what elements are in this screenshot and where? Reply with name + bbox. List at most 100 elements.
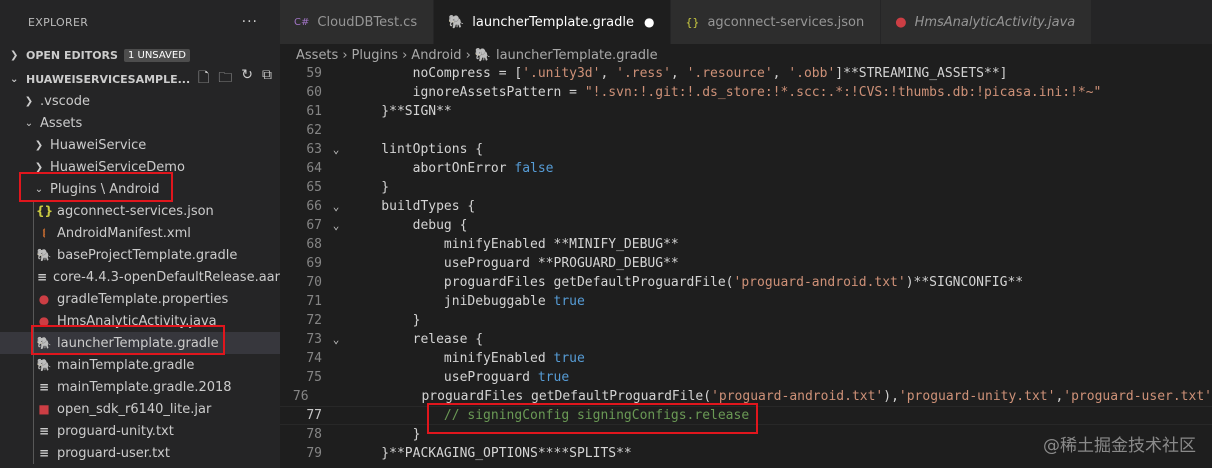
unsaved-dot-icon[interactable]: ●	[644, 15, 654, 29]
tree-item-label: HmsAnalyticActivity.java	[57, 313, 217, 329]
indent-guide	[33, 398, 34, 420]
line-number: 79	[306, 446, 322, 461]
breadcrumb: Assets › Plugins › Android › 🐘 launcherTemplate…	[280, 44, 1212, 66]
code-line[interactable]: 71 jniDebuggable true	[280, 292, 1212, 311]
tree-item[interactable]: ❯ HuaweiServiceDemo	[0, 156, 280, 178]
new-file-icon[interactable]: 🗋	[198, 67, 209, 91]
tab-launchertemplate-gradle[interactable]: 🐘 launcherTemplate.gradle ●	[434, 0, 672, 44]
tree-item[interactable]: ⌄ Plugins \ Android	[0, 178, 280, 200]
collapse-all-icon[interactable]: ⧉	[262, 67, 272, 91]
tree-item[interactable]: ❯Packages	[0, 464, 280, 468]
tab-label: agconnect-services.json	[707, 14, 865, 30]
code-token: }	[350, 180, 390, 195]
breadcrumb-separator-icon: ›	[402, 47, 408, 63]
fold-chevron-icon[interactable]: ⌄	[322, 333, 350, 346]
tree-item-label: launcherTemplate.gradle	[57, 335, 219, 351]
code-line[interactable]: 59 noCompress = ['.unity3d', '.ress', '.…	[280, 64, 1212, 83]
tree-item[interactable]: ≡ proguard-user.txt	[0, 442, 280, 464]
line-number: 78	[306, 427, 322, 442]
breadcrumb-item[interactable]: launcherTemplate.gradle	[496, 48, 658, 63]
explorer-sidebar: EXPLORER ··· ❯ OPEN EDITORS 1 UNSAVED ⌄ …	[0, 0, 280, 468]
code-line[interactable]: 77 // signingConfig signingConfigs.relea…	[280, 406, 1212, 425]
fold-chevron-icon[interactable]: ⌄	[322, 143, 350, 156]
code-text: proguardFiles getDefaultProguardFile('pr…	[328, 389, 1212, 404]
fold-chevron-icon[interactable]: ⌄	[322, 219, 350, 232]
line-number: 70	[306, 275, 322, 290]
indent-guide	[33, 200, 34, 222]
code-line[interactable]: 69 useProguard **PROGUARD_DEBUG**	[280, 254, 1212, 273]
tab-label: launcherTemplate.gradle	[472, 14, 634, 30]
code-line[interactable]: 66 ⌄ buildTypes {	[280, 197, 1212, 216]
tree-item[interactable]: ⧙ AndroidManifest.xml	[0, 222, 280, 244]
breadcrumb-item[interactable]: Android	[411, 48, 461, 63]
fold-chevron-icon[interactable]: ⌄	[322, 200, 350, 213]
indent-guide	[33, 310, 34, 332]
line-number: 75	[306, 370, 322, 385]
code-token: minifyEnabled **MINIFY_DEBUG**	[350, 237, 679, 252]
tree-item[interactable]: 🐘 mainTemplate.gradle	[0, 354, 280, 376]
code-token: "!.svn:!.git:!.ds_store:!*.scc:.*:!CVS:!…	[584, 85, 1102, 100]
tree-item[interactable]: ■ open_sdk_r6140_lite.jar	[0, 398, 280, 420]
line-number: 74	[306, 351, 322, 366]
code-token: proguardFiles getDefaultProguardFile(	[327, 389, 712, 404]
tree-item[interactable]: ⌄ Assets	[0, 112, 280, 134]
code-line[interactable]: 61 }**SIGN**	[280, 102, 1212, 121]
tree-item[interactable]: ≡ proguard-unity.txt	[0, 420, 280, 442]
breadcrumb-item[interactable]: Assets	[296, 48, 338, 63]
tree-item-label: gradleTemplate.properties	[57, 291, 229, 307]
tab-hmsanalyticactivity-java[interactable]: ● HmsAnalyticActivity.java	[881, 0, 1093, 44]
tree-item[interactable]: ● gradleTemplate.properties	[0, 288, 280, 310]
code-text: buildTypes {	[350, 199, 475, 214]
gradle-elephant-icon: 🐘	[36, 358, 52, 372]
refresh-icon[interactable]: ↻	[241, 67, 253, 91]
code-token: 'proguard-android.txt'	[711, 389, 884, 404]
new-folder-icon[interactable]: 🗀	[218, 67, 232, 91]
code-token: 'proguard-android.txt'	[733, 275, 906, 290]
java-icon: ●	[38, 314, 50, 328]
project-section[interactable]: ⌄ HUAWEISERVICESAMPLE... 🗋 🗀 ↻ ⧉	[0, 67, 280, 91]
tab-bar: C# CloudDBTest.cs 🐘 launcherTemplate.gradle…	[280, 0, 1212, 44]
tree-item[interactable]: ● HmsAnalyticActivity.java	[0, 310, 280, 332]
code-line[interactable]: 74 minifyEnabled true	[280, 349, 1212, 368]
tree-item[interactable]: 🐘 launcherTemplate.gradle	[0, 332, 280, 354]
tree-item[interactable]: 🐘 baseProjectTemplate.gradle	[0, 244, 280, 266]
code-token: ,	[772, 66, 789, 81]
line-number: 69	[306, 256, 322, 271]
project-label: HUAWEISERVICESAMPLE...	[26, 72, 191, 86]
code-line[interactable]: 65 }	[280, 178, 1212, 197]
line-number: 60	[306, 85, 322, 100]
code-token: '.resource'	[686, 66, 773, 81]
tree-item[interactable]: ≡ core-4.4.3-openDefaultRelease.aar	[0, 266, 280, 288]
code-line[interactable]: 73 ⌄ release {	[280, 330, 1212, 349]
tree-item-label: Assets	[40, 115, 83, 131]
tree-item[interactable]: ❯ HuaweiService	[0, 134, 280, 156]
code-line[interactable]: 68 minifyEnabled **MINIFY_DEBUG**	[280, 235, 1212, 254]
tree-item[interactable]: {} agconnect-services.json	[0, 200, 280, 222]
code-token: abortOnError	[350, 161, 515, 176]
code-line[interactable]: 67 ⌄ debug {	[280, 216, 1212, 235]
code-line[interactable]: 64 abortOnError false	[280, 159, 1212, 178]
file-tree: ❯ .vscode ⌄ Assets ❯ HuaweiService ❯ HuaweiServ…	[0, 90, 280, 468]
tab-clouddbtest-cs[interactable]: C# CloudDBTest.cs	[280, 0, 435, 44]
code-token: true	[537, 370, 570, 385]
code-line[interactable]: 62	[280, 121, 1212, 140]
code-line[interactable]: 75 useProguard true	[280, 368, 1212, 387]
code-editor[interactable]: 59 noCompress = ['.unity3d', '.ress', '.…	[280, 64, 1212, 463]
watermark: @稀土掘金技术社区	[1043, 436, 1196, 456]
open-editors-section[interactable]: ❯ OPEN EDITORS 1 UNSAVED	[0, 44, 280, 66]
breadcrumb-item[interactable]: Plugins	[352, 48, 399, 63]
tab-agconnect-services-json[interactable]: {} agconnect-services.json	[671, 0, 882, 44]
code-line[interactable]: 76 proguardFiles getDefaultProguardFile(…	[280, 387, 1212, 406]
tree-item[interactable]: ❯ .vscode	[0, 90, 280, 112]
chevron-right-icon: ❯	[34, 161, 44, 173]
code-line[interactable]: 63 ⌄ lintOptions {	[280, 140, 1212, 159]
text-file-icon: ≡	[36, 270, 48, 284]
code-line[interactable]: 70 proguardFiles getDefaultProguardFile(…	[280, 273, 1212, 292]
code-text: release {	[350, 332, 483, 347]
tree-item[interactable]: ≡ mainTemplate.gradle.2018	[0, 376, 280, 398]
code-line[interactable]: 60 ignoreAssetsPattern = "!.svn:!.git:!.…	[280, 83, 1212, 102]
more-actions-icon[interactable]: ···	[242, 14, 258, 30]
line-number: 64	[306, 161, 322, 176]
tree-item-label: Plugins \ Android	[50, 181, 160, 197]
code-line[interactable]: 72 }	[280, 311, 1212, 330]
